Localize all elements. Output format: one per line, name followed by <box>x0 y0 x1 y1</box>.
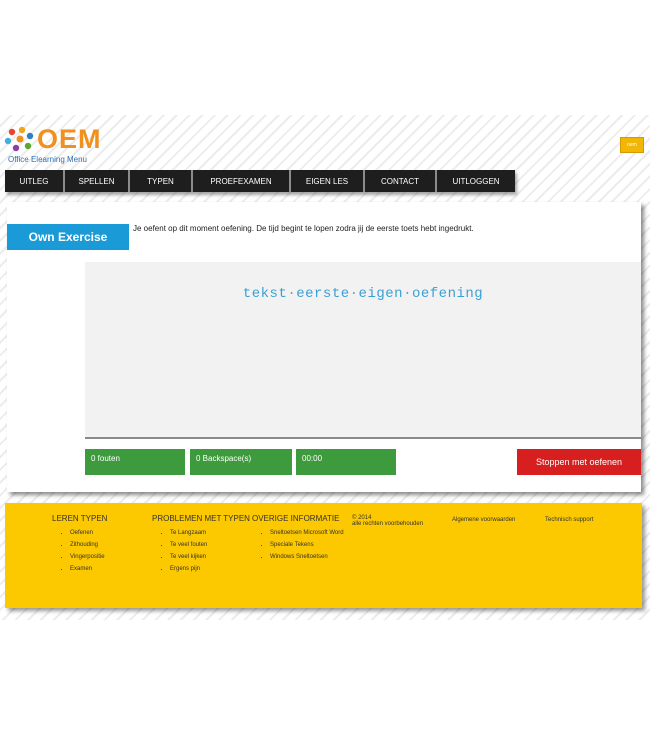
footer-link-te-veel-kijken[interactable]: Te veel kijken <box>170 551 250 563</box>
footer-link-examen[interactable]: Examen <box>70 563 107 575</box>
exercise-word: oefening <box>411 286 484 302</box>
footer-link-sneltoetsen-word[interactable]: Sneltoetsen Microsoft Word <box>270 527 344 539</box>
footer-link-te-langzaam[interactable]: Te Langzaam <box>170 527 250 539</box>
nav-item-contact[interactable]: CONTACT <box>365 170 437 192</box>
footer-heading: LEREN TYPEN <box>52 514 108 523</box>
nav-item-proefexamen[interactable]: PROEFEXAMEN <box>193 170 291 192</box>
exercise-word: eigen <box>358 286 404 302</box>
footer-link-ergens-pijn[interactable]: Ergens pijn <box>170 563 250 575</box>
oem-corner-button[interactable]: oem <box>620 137 644 153</box>
footer-link-algemene-voorwaarden[interactable]: Algemene voorwaarden <box>452 517 515 523</box>
nav-item-uitleg[interactable]: UITLEG <box>5 170 65 192</box>
exercise-word: tekst <box>242 286 288 302</box>
footer-link-technisch-support[interactable]: Technisch support <box>545 517 593 523</box>
footer-link-windows-sneltoetsen[interactable]: Windows Sneltoetsen <box>270 551 344 563</box>
footer-link-te-veel-fouten[interactable]: Te veel fouten <box>170 539 250 551</box>
footer-col-overige: OVERIGE INFORMATIE Sneltoetsen Microsoft… <box>252 514 344 563</box>
nav-item-typen[interactable]: TYPEN <box>130 170 193 192</box>
timer-display: 00:00 <box>296 449 396 475</box>
exercise-instruction: Je oefent op dit moment oefening. De tij… <box>133 224 474 233</box>
space-marker: · <box>287 286 297 302</box>
oem-logo[interactable]: OEM Office Elearning Menu <box>4 124 114 166</box>
footer-heading: OVERIGE INFORMATIE <box>252 514 340 523</box>
space-marker: · <box>349 286 359 302</box>
backspace-counter: 0 Backspace(s) <box>190 449 292 475</box>
footer-link-vingerpositie[interactable]: Vingerpositie <box>70 551 107 563</box>
footer-col-problemen: PROBLEMEN MET TYPEN Te Langzaam Te veel … <box>152 514 250 575</box>
logo-subtitle: Office Elearning Menu <box>8 155 88 164</box>
exercise-word: eerste <box>296 286 350 302</box>
footer-copyright: © 2014 alle rechten voorbehouden <box>352 515 423 527</box>
typing-area[interactable]: tekst·eerste·eigen·oefening <box>85 262 641 439</box>
footer-link-oefenen[interactable]: Oefenen <box>70 527 107 539</box>
footer-link-zithouding[interactable]: Zithouding <box>70 539 107 551</box>
nav-item-eigen-les[interactable]: EIGEN LES <box>291 170 365 192</box>
logo-flower-icon <box>4 126 34 152</box>
footer-heading: PROBLEMEN MET TYPEN <box>152 514 250 523</box>
logo-wordmark: OEM <box>37 124 102 154</box>
copyright-text: alle rechten voorbehouden <box>352 521 424 527</box>
errors-counter: 0 fouten <box>85 449 185 475</box>
main-nav: UITLEG SPELLEN TYPEN PROEFEXAMEN EIGEN L… <box>5 170 515 192</box>
footer-link-speciale-tekens[interactable]: Speciale Tekens <box>270 539 344 551</box>
own-exercise-badge: Own Exercise <box>7 224 129 250</box>
site-footer: LEREN TYPEN Oefenen Zithouding Vingerpos… <box>5 503 642 608</box>
footer-col-leren-typen: LEREN TYPEN Oefenen Zithouding Vingerpos… <box>52 514 107 575</box>
nav-item-spellen[interactable]: SPELLEN <box>65 170 130 192</box>
exercise-panel: Own Exercise Je oefent op dit moment oef… <box>7 202 641 492</box>
nav-item-uitloggen[interactable]: UITLOGGEN <box>437 170 515 192</box>
stop-exercise-button[interactable]: Stoppen met oefenen <box>517 449 641 475</box>
exercise-text: tekst·eerste·eigen·oefening <box>85 286 641 302</box>
space-marker: · <box>403 286 412 302</box>
